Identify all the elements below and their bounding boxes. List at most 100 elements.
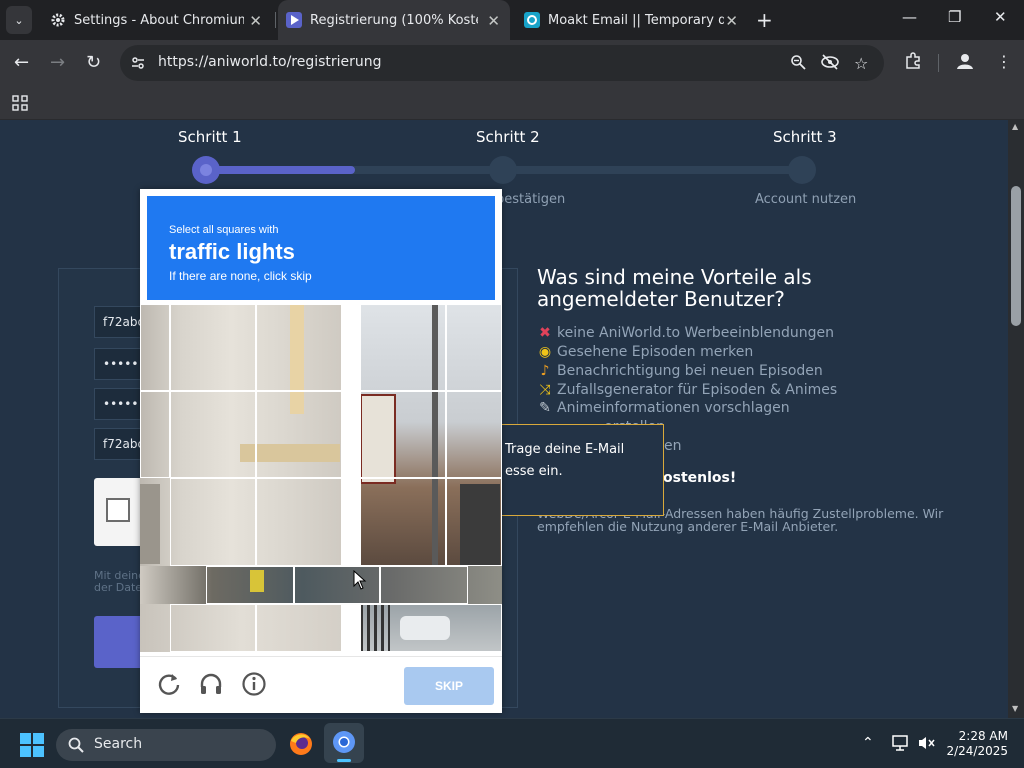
captcha-tile[interactable] bbox=[294, 566, 380, 604]
captcha-hint: If there are none, click skip bbox=[169, 269, 312, 283]
benefit-item: ◉ Gesehene Episoden merken bbox=[538, 344, 754, 360]
benefit-item: ✖ keine AniWorld.to Werbeeinblendungen bbox=[537, 325, 834, 341]
tab-title: Moakt Email || Temporary dispo bbox=[548, 12, 724, 28]
firefox-icon[interactable] bbox=[288, 731, 314, 757]
taskbar: Search ⌃ 2:28 AM 2/24/2025 bbox=[0, 718, 1024, 768]
tab-moakt[interactable]: Moakt Email || Temporary dispo ✕ bbox=[514, 0, 748, 40]
captcha-tile[interactable] bbox=[446, 478, 502, 566]
captcha-tile[interactable] bbox=[256, 604, 342, 652]
new-tab-button[interactable]: + bbox=[756, 8, 773, 32]
captcha-footer: SKIP bbox=[140, 656, 502, 713]
tab-strip: ⌄ Settings - About Chromium ✕ Registrier… bbox=[0, 0, 1024, 40]
tab-divider bbox=[275, 12, 276, 28]
close-icon[interactable]: ✕ bbox=[487, 12, 500, 30]
info-icon[interactable] bbox=[241, 671, 267, 697]
chromium-taskbar-button[interactable] bbox=[324, 723, 364, 763]
captcha-tile[interactable] bbox=[360, 304, 446, 391]
step-3-dot bbox=[788, 156, 816, 184]
zoom-icon[interactable] bbox=[790, 54, 806, 70]
tab-title: Settings - About Chromium bbox=[74, 12, 244, 28]
scroll-thumb[interactable] bbox=[1011, 186, 1021, 326]
captcha-tile[interactable] bbox=[360, 391, 446, 478]
extensions-icon[interactable] bbox=[904, 52, 922, 70]
captcha-target: traffic lights bbox=[169, 239, 295, 264]
step-2-subtitle: bestätigen bbox=[496, 192, 566, 207]
captcha-checkbox[interactable] bbox=[106, 498, 130, 522]
scroll-up-icon[interactable]: ▲ bbox=[1012, 122, 1018, 131]
profile-icon[interactable] bbox=[956, 52, 974, 70]
facade-shadow bbox=[140, 484, 160, 564]
shuffle-icon: ⤨ bbox=[539, 382, 551, 398]
eye-off-icon[interactable] bbox=[820, 54, 840, 70]
windows-start-icon[interactable] bbox=[20, 733, 44, 757]
maximize-icon[interactable]: ❐ bbox=[948, 8, 961, 26]
captcha-tile[interactable] bbox=[140, 304, 170, 391]
captcha-tile[interactable] bbox=[360, 478, 446, 566]
site-info-icon[interactable] bbox=[130, 55, 146, 71]
bell-icon: ♪ bbox=[540, 363, 550, 379]
captcha-tile[interactable] bbox=[380, 566, 468, 604]
chevron-up-icon[interactable]: ⌃ bbox=[862, 735, 874, 751]
reload-icon[interactable]: ↻ bbox=[86, 52, 101, 73]
forward-icon[interactable]: → bbox=[50, 52, 65, 73]
back-icon[interactable]: ← bbox=[14, 52, 29, 73]
url-text: https://aniworld.to/registrierung bbox=[158, 54, 382, 70]
step-2-label: Schritt 2 bbox=[476, 128, 540, 146]
refresh-icon[interactable] bbox=[156, 671, 182, 697]
apps-grid-icon[interactable] bbox=[12, 95, 28, 111]
captcha-tile[interactable] bbox=[206, 566, 294, 604]
page-content: Schritt 1 Schritt 2 Schritt 3 bestätigen… bbox=[0, 120, 1008, 718]
mouse-cursor-icon bbox=[353, 570, 367, 590]
step-3-subtitle: Account nutzen bbox=[755, 192, 857, 207]
taskbar-search[interactable]: Search bbox=[56, 729, 276, 761]
minimize-icon[interactable]: — bbox=[902, 8, 917, 26]
taskbar-search-placeholder: Search bbox=[94, 736, 143, 752]
moakt-icon bbox=[524, 12, 540, 28]
x-icon: ✖ bbox=[539, 325, 551, 341]
captcha-tile[interactable] bbox=[256, 304, 342, 391]
tab-registrierung[interactable]: Registrierung (100% Kostenlos) ✕ bbox=[278, 0, 510, 40]
address-bar[interactable]: https://aniworld.to/registrierung ☆ bbox=[120, 45, 884, 81]
audio-challenge-icon[interactable] bbox=[198, 671, 224, 697]
close-icon[interactable]: ✕ bbox=[249, 12, 262, 30]
benefit-item: en bbox=[664, 438, 682, 454]
bookmark-star-icon[interactable]: ☆ bbox=[854, 54, 868, 73]
captcha-tile[interactable] bbox=[170, 304, 256, 391]
captcha-tile[interactable] bbox=[256, 478, 342, 566]
chromium-icon bbox=[333, 731, 355, 753]
tab-search-button[interactable]: ⌄ bbox=[6, 6, 32, 34]
browser-toolbar: ← → ↻ https://aniworld.to/registrierung … bbox=[0, 40, 1024, 86]
menu-dots-icon[interactable]: ⋮ bbox=[996, 52, 1012, 71]
window-close-icon[interactable]: ✕ bbox=[994, 8, 1007, 26]
captcha-prompt: Select all squares with traffic lights I… bbox=[147, 196, 495, 300]
step-1-dot bbox=[192, 156, 220, 184]
captcha-tile[interactable] bbox=[140, 391, 170, 478]
captcha-tile[interactable] bbox=[256, 391, 342, 478]
captcha-instruction: Select all squares with bbox=[169, 224, 279, 236]
scroll-down-icon[interactable]: ▼ bbox=[1012, 704, 1018, 713]
benefits-title: Was sind meine Vorteile als angemeldeter… bbox=[537, 265, 812, 311]
close-icon[interactable]: ✕ bbox=[725, 12, 738, 30]
benefit-item: ♪ Benachrichtigung bei neuen Episoden bbox=[537, 363, 823, 379]
captcha-tile[interactable] bbox=[446, 391, 502, 478]
clock-date: 2/24/2025 bbox=[946, 744, 1008, 758]
tooltip-line: esse ein. bbox=[505, 464, 563, 479]
volume-muted-icon[interactable] bbox=[918, 735, 936, 751]
captcha-tile[interactable] bbox=[170, 478, 256, 566]
tab-title: Registrierung (100% Kostenlos) bbox=[310, 12, 478, 28]
chevron-down-icon: ⌄ bbox=[14, 13, 24, 27]
system-clock[interactable]: 2:28 AM 2/24/2025 bbox=[946, 729, 1008, 759]
page-scrollbar[interactable]: ▲ ▼ bbox=[1008, 120, 1024, 718]
search-icon bbox=[68, 737, 84, 753]
captcha-tile[interactable] bbox=[170, 391, 256, 478]
network-icon[interactable] bbox=[892, 735, 910, 751]
captcha-tile[interactable] bbox=[446, 304, 502, 391]
tab-settings[interactable]: Settings - About Chromium ✕ bbox=[40, 0, 272, 40]
skip-button[interactable]: SKIP bbox=[404, 667, 494, 705]
edit-icon: ✎ bbox=[539, 400, 551, 416]
captcha-tile[interactable] bbox=[360, 604, 502, 652]
progress-fill bbox=[206, 166, 355, 174]
captcha-tile[interactable] bbox=[170, 604, 256, 652]
aniworld-play-icon bbox=[286, 12, 302, 28]
benefit-item: ✎ Animeinformationen vorschlagen bbox=[537, 400, 790, 416]
